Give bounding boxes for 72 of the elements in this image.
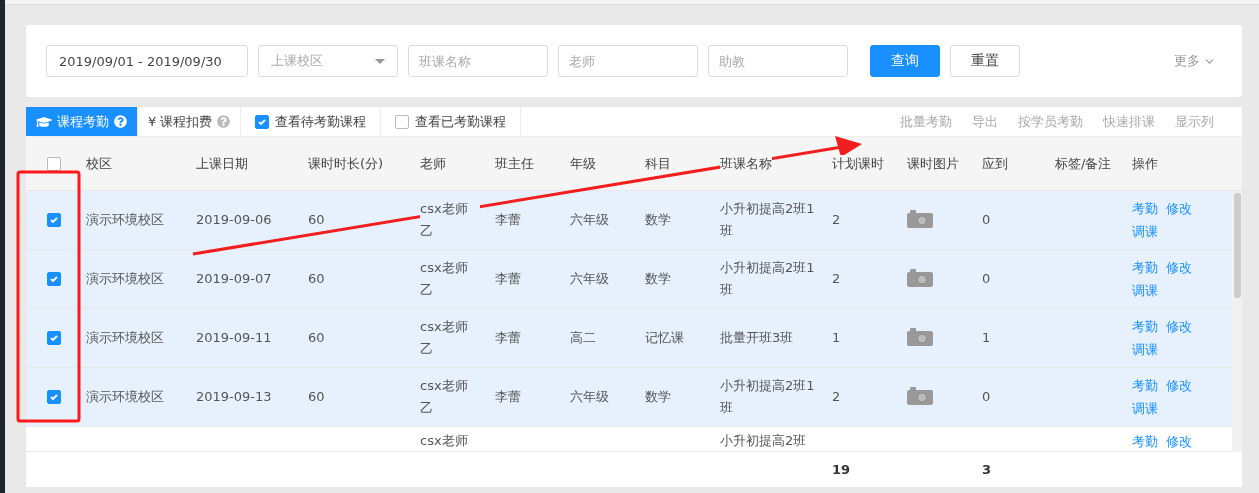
column-header: 操作 (1132, 154, 1158, 173)
row-action-link[interactable]: 调课 (1132, 397, 1158, 420)
row-action-link[interactable]: 考勤 (1132, 430, 1158, 451)
row-action-link[interactable]: 调课 (1132, 338, 1158, 361)
row-action-link[interactable]: 考勤 (1132, 374, 1158, 397)
row-action-link[interactable]: 考勤 (1132, 256, 1158, 279)
column-header: 课时时长(分) (308, 154, 384, 173)
checkbox[interactable] (47, 156, 61, 171)
table-row[interactable]: 演示环境校区 2019-09-13 60 csx老师乙 李蕾 六年级 数学 小升初提高2班1班 2 0 考勤 修改 调课 (26, 368, 1232, 427)
date-range-field[interactable]: 2019/09/01 - 2019/09/30 (46, 45, 248, 77)
row-action-link[interactable]: 调课 (1132, 279, 1158, 302)
teacher-field[interactable]: 老师 (558, 45, 698, 77)
scrollbar[interactable] (1232, 191, 1242, 452)
check-icon (49, 215, 59, 225)
table-row[interactable]: 演示环境校区 2019-09-06 60 csx老师乙 李蕾 六年级 数学 小升初提高2班1班 2 0 考勤 修改 调课 (26, 191, 1232, 250)
checkbox-label: 查看已考勤课程 (415, 112, 507, 131)
checkbox[interactable] (395, 114, 410, 129)
row-action-link[interactable]: 修改 (1166, 315, 1192, 338)
toolbar-link[interactable]: 批量考勤 (900, 112, 952, 131)
row-action-link[interactable]: 修改 (1166, 374, 1192, 397)
more-button[interactable]: 更多 (1168, 51, 1222, 71)
check-icon (257, 116, 268, 127)
reset-button[interactable]: 重置 (950, 45, 1020, 77)
row-action-link[interactable]: 修改 (1166, 430, 1192, 451)
column-header: 班主任 (495, 154, 534, 173)
column-header: 课时图片 (907, 154, 959, 173)
check-icon (49, 392, 59, 402)
check-icon (49, 274, 59, 284)
filter-checkbox[interactable]: 查看待考勤课程 (241, 107, 382, 136)
camera-icon (907, 386, 933, 405)
check-icon (49, 333, 59, 343)
tab[interactable]: 课程考勤 (26, 107, 138, 136)
column-header: 科目 (645, 154, 671, 173)
column-header: 上课日期 (196, 154, 248, 173)
query-button[interactable]: 查询 (870, 45, 940, 77)
checkbox[interactable] (47, 390, 61, 404)
column-header: 校区 (86, 154, 112, 173)
toolbar-link[interactable]: 快速排课 (1103, 112, 1155, 131)
table-row[interactable]: 演示环境校区 2019-09-07 60 csx老师乙 李蕾 六年级 数学 小升初提高2班1班 2 0 考勤 修改 调课 (26, 250, 1232, 309)
scrollbar-thumb[interactable] (1233, 193, 1241, 298)
checkbox[interactable] (255, 114, 270, 129)
row-action-link[interactable]: 考勤 (1132, 315, 1158, 338)
camera-icon (907, 327, 933, 346)
column-header: 应到 (982, 154, 1008, 173)
checkbox-label: 查看待考勤课程 (275, 112, 367, 131)
filter-checkbox[interactable]: 查看已考勤课程 (381, 107, 522, 136)
campus-select[interactable]: 上课校区 (258, 45, 398, 77)
checkbox[interactable] (47, 272, 61, 286)
camera-icon (907, 209, 933, 228)
column-header: 标签/备注 (1055, 154, 1112, 173)
row-action-link[interactable]: 修改 (1166, 197, 1192, 220)
column-header: 年级 (570, 154, 596, 173)
caret-icon (375, 58, 385, 64)
column-header: 老师 (420, 154, 446, 173)
toolbar-link[interactable]: 按学员考勤 (1018, 112, 1083, 131)
row-action-link[interactable]: 考勤 (1132, 197, 1158, 220)
column-header: 计划课时 (832, 154, 884, 173)
total-cell-text: 19 (832, 462, 852, 477)
checkbox[interactable] (47, 331, 61, 345)
class-name-field[interactable]: 班课名称 (408, 45, 548, 77)
toolbar-link[interactable]: 导出 (972, 112, 998, 131)
help-icon (217, 115, 231, 128)
assistant-field[interactable]: 助教 (708, 45, 848, 77)
toolbar-link[interactable]: 显示列 (1175, 112, 1214, 131)
camera-icon (907, 268, 933, 287)
table-row[interactable]: 演示环境校区 2019-09-11 60 csx老师乙 李蕾 高二 记忆课 批量开班3班 1 1 考勤 修改 调课 (26, 309, 1232, 368)
row-action-link[interactable]: 调课 (1132, 220, 1158, 243)
row-action-link[interactable]: 修改 (1166, 256, 1192, 279)
column-header: 班课名称 (720, 154, 772, 173)
total-cell-text: 3 (982, 462, 993, 477)
checkbox[interactable] (47, 213, 61, 227)
help-icon (114, 115, 127, 128)
